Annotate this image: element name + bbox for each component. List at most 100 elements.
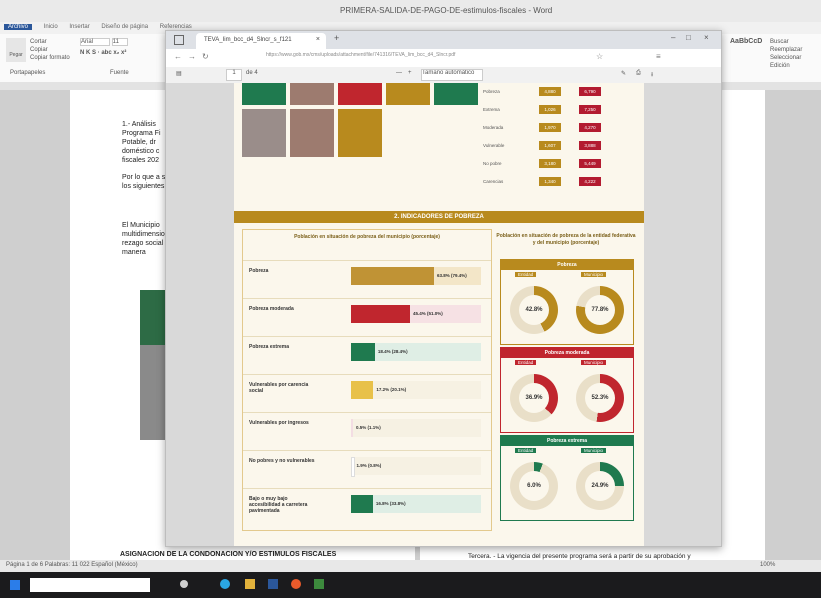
indicator-tile: [338, 83, 382, 105]
clipboard-label: Portapapeles: [10, 70, 46, 76]
draw-icon[interactable]: ✎: [621, 70, 626, 77]
table-cell: 1,340: [539, 177, 561, 186]
bar: [351, 267, 434, 285]
sidebar-toggle-icon[interactable]: ▤: [176, 70, 182, 77]
text-line: doméstico c: [122, 148, 160, 155]
font-format-row: N K S · abc x₂ x²: [80, 50, 127, 56]
task-view-icon[interactable]: [180, 580, 188, 588]
word-status-bar: Página 1 de 6 Palabras: 11 022 Español (…: [0, 560, 821, 572]
donut-ring: 42.8%: [510, 286, 558, 334]
bar-row: Pobreza moderada 45.4% (51.0%): [243, 298, 491, 337]
bar-label: No pobres y no vulnerables: [249, 458, 315, 464]
bar-label: Pobreza moderada: [249, 306, 294, 312]
close-tab-icon[interactable]: ×: [316, 36, 320, 43]
word-icon[interactable]: [268, 579, 278, 589]
zoom-out-button[interactable]: —: [396, 70, 402, 76]
folder-icon[interactable]: [245, 579, 255, 589]
tab-diseno[interactable]: Diseño de página: [101, 24, 148, 30]
bar-track: 0.5% (1.1%): [351, 419, 481, 437]
format-painter-button[interactable]: Copiar formato: [30, 54, 70, 62]
donut-ring: 77.8%: [576, 286, 624, 334]
table-cell: 4,270: [579, 123, 601, 132]
bar-row: Vulnerables por carencia social 17.2% (20…: [243, 374, 491, 413]
bar: [351, 305, 411, 323]
donut-group-title: Pobreza moderada: [501, 348, 633, 358]
tab-title: TEVA_Iim_bcc_d4_Slncr_s_f121: [204, 37, 292, 43]
start-icon[interactable]: [10, 580, 20, 590]
bar-value-label: 45.4% (51.0%): [413, 311, 443, 316]
text-line: El Municipio: [122, 222, 160, 229]
save-icon[interactable]: ⭳: [651, 70, 653, 80]
url-field[interactable]: https://www.gob.mx/cms/uploads/attachmen…: [266, 52, 586, 63]
menu-icon[interactable]: ≡: [656, 52, 661, 61]
table-cell: 1,970: [539, 123, 561, 132]
maximize-icon[interactable]: □: [686, 33, 691, 42]
star-icon[interactable]: ☆: [596, 52, 603, 61]
page-total: de 4: [246, 70, 258, 76]
replace-button[interactable]: Reemplazar: [770, 46, 802, 54]
font-size-select[interactable]: 11: [111, 38, 128, 46]
close-window-icon[interactable]: ×: [704, 33, 709, 42]
text-line: multidimensio: [122, 231, 165, 238]
table-cell: 3,180: [539, 159, 561, 168]
indicator-tile: [338, 109, 382, 157]
tab-archivo[interactable]: Archivo: [4, 24, 33, 30]
donut-ring: 52.3%: [576, 374, 624, 422]
forward-icon[interactable]: →: [188, 52, 196, 61]
donut-ring: 36.9%: [510, 374, 558, 422]
minimize-icon[interactable]: –: [671, 33, 675, 42]
bar: [351, 343, 375, 361]
donut-ring: 24.9%: [576, 462, 624, 510]
donut-value: 36.9%: [519, 383, 549, 413]
new-tab-button[interactable]: +: [334, 33, 339, 43]
select-button[interactable]: Seleccionar: [770, 54, 802, 62]
donut-group: Pobreza extrema Entidad 6.0% Municipio 24.9%: [500, 435, 634, 521]
zoom-level[interactable]: 100%: [760, 562, 775, 568]
print-icon[interactable]: ⎙: [636, 70, 641, 77]
table-row-label: Extrema: [483, 107, 500, 112]
paste-button[interactable]: Pegar: [6, 38, 26, 62]
poverty-table: Pobreza 4,880 6,790 Extrema 1,026 7,250 Mode…: [479, 83, 634, 193]
styles-group: AaBbCcD: [730, 38, 762, 45]
search-input[interactable]: [30, 578, 150, 592]
bar-track: 63.8% (79.4%): [351, 267, 481, 285]
edge-icon[interactable]: [220, 579, 230, 589]
bar-track: 45.4% (51.0%): [351, 305, 481, 323]
app-icon[interactable]: [314, 579, 324, 589]
text-line: Por lo que a s: [122, 174, 166, 181]
font-name-select[interactable]: Arial: [80, 38, 110, 46]
tab-insertar[interactable]: Insertar: [69, 24, 89, 30]
table-cell: 7,250: [579, 105, 601, 114]
donut-label: Municipio: [581, 448, 607, 453]
bar-row: No pobres y no vulnerables 1.9% (0.8%): [243, 450, 491, 489]
word-title-bar: PRIMERA-SALIDA-DE-PAGO-DE-estimulos-fisc…: [0, 0, 821, 22]
style-preview[interactable]: AaBbCcD: [730, 38, 762, 45]
zoom-select[interactable]: Tamaño automático: [421, 69, 483, 81]
table-row-label: Carencias: [483, 179, 504, 184]
firefox-icon[interactable]: [291, 579, 301, 589]
bar-label: Vulnerables por ingresos: [249, 420, 309, 426]
copy-button[interactable]: Copiar: [30, 46, 70, 54]
donut-chart-title: Población en situación de pobreza de la …: [496, 233, 636, 246]
find-button[interactable]: Buscar: [770, 38, 802, 46]
text-line: Potable, dr: [122, 139, 156, 146]
indicator-tile: [290, 109, 334, 157]
cut-button[interactable]: Cortar: [30, 38, 70, 46]
back-icon[interactable]: ←: [174, 52, 182, 61]
bar-row: Pobreza extrema 18.4% (28.4%): [243, 336, 491, 375]
bar-chart-title: Población en situación de pobreza del mu…: [294, 234, 440, 240]
tab-inicio[interactable]: Inicio: [44, 24, 58, 30]
page-number-input[interactable]: 1: [226, 69, 242, 81]
reload-icon[interactable]: ↻: [202, 52, 209, 61]
donut-label: Entidad: [515, 272, 537, 277]
zoom-in-button[interactable]: +: [408, 70, 412, 76]
browser-tab[interactable]: TEVA_Iim_bcc_d4_Slncr_s_f121 ×: [196, 33, 326, 49]
donut-group: Pobreza Entidad 42.8% Municipio 77.8%: [500, 259, 634, 345]
donut-group: Pobreza moderada Entidad 36.9% Municipio 52.…: [500, 347, 634, 433]
left-embedded-image: [140, 290, 165, 440]
browser-tab-bar: TEVA_Iim_bcc_d4_Slncr_s_f121 × + – □ ×: [166, 31, 721, 49]
pdf-page: Pobreza 4,880 6,790 Extrema 1,026 7,250 Mode…: [234, 83, 644, 546]
table-row-label: Pobreza: [483, 89, 500, 94]
bar-value-label: 16.8% (33.8%): [375, 501, 406, 506]
bar: [351, 419, 353, 437]
